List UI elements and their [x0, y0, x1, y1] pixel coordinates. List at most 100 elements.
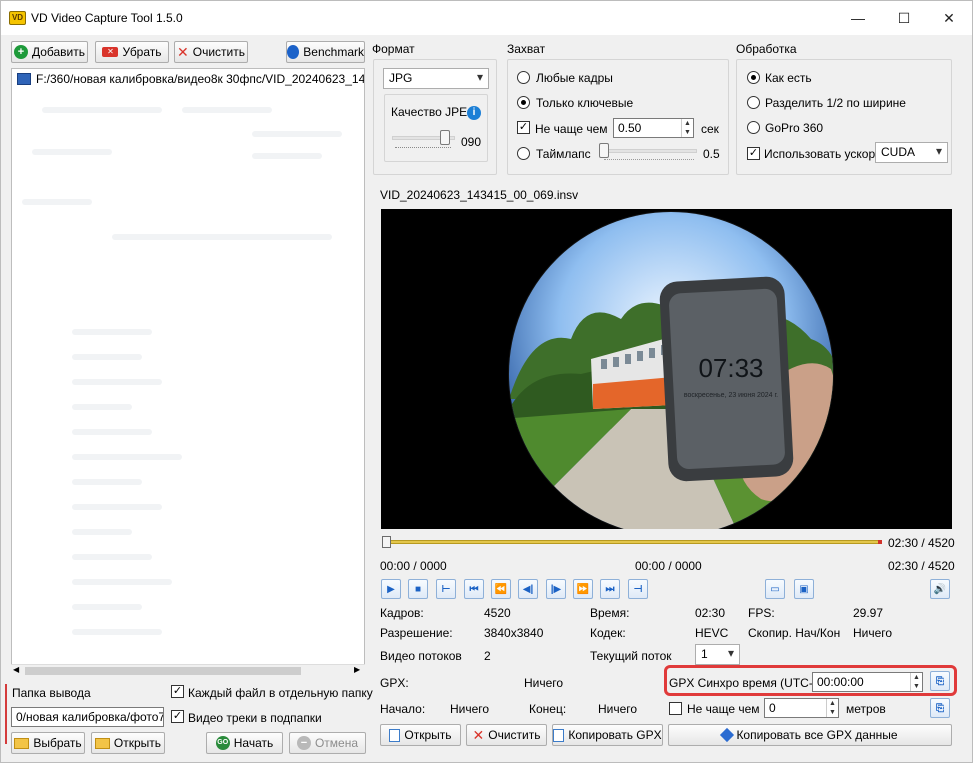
- gpx-sync-apply-icon[interactable]: ⎘: [930, 671, 950, 691]
- video-tracks-subfolders-checkbox[interactable]: ✓: [171, 710, 184, 723]
- spin-arrows-icon[interactable]: ▲ ▼: [910, 673, 922, 691]
- each-file-separate-checkbox[interactable]: ✓: [171, 685, 184, 698]
- copy-all-gpx-button[interactable]: Копировать все GPX данные: [668, 724, 952, 746]
- quality-slider-thumb[interactable]: [439, 130, 450, 145]
- fast-forward-icon[interactable]: ⏩: [573, 579, 593, 599]
- file-list[interactable]: F:/360/новая калибровка/видео8к 30фпс/VI…: [11, 68, 365, 676]
- list-item[interactable]: F:/360/новая калибровка/видео8к 30фпс/VI…: [12, 69, 364, 89]
- open-folder-button[interactable]: Открыть: [91, 732, 165, 754]
- horizontal-scrollbar[interactable]: ◀ ▶: [11, 664, 365, 676]
- key-frames-radio[interactable]: [517, 96, 530, 109]
- seconds-label: сек: [701, 122, 719, 136]
- format-group-label: Формат: [372, 42, 415, 56]
- copy-start-end-label: Скопир. Нач/Кон: [748, 626, 841, 640]
- timelapse-label: Таймлапс: [536, 147, 591, 161]
- as-is-radio[interactable]: [747, 71, 760, 84]
- distance-spinner[interactable]: 0 ▲ ▼: [764, 698, 839, 718]
- clear-button[interactable]: ✕ Очистить: [174, 41, 248, 63]
- folder-icon: [14, 737, 30, 749]
- rewind-icon[interactable]: ⏪: [491, 579, 511, 599]
- minimize-button[interactable]: —: [835, 1, 881, 35]
- timelapse-slider-thumb[interactable]: [599, 143, 609, 158]
- ghost-line: [72, 404, 132, 410]
- go-end-icon[interactable]: ⏭: [600, 579, 620, 599]
- remove-label: Убрать: [122, 45, 162, 59]
- choose-folder-button[interactable]: Выбрать: [11, 732, 85, 754]
- ghost-line: [72, 529, 132, 535]
- output-path-field[interactable]: 0/новая калибровка/фото72: [11, 707, 164, 727]
- as-is-label: Как есть: [765, 71, 812, 85]
- info-icon[interactable]: i: [467, 106, 481, 120]
- choose-label: Выбрать: [33, 736, 82, 750]
- gpx-open-button[interactable]: Открыть: [380, 724, 461, 746]
- save-frame-as-icon[interactable]: ▣: [794, 579, 814, 599]
- open-label: Открыть: [113, 736, 162, 750]
- scroll-left-icon[interactable]: ◀: [13, 665, 19, 674]
- fps-label: FPS:: [748, 606, 775, 620]
- close-button[interactable]: ✕: [926, 1, 972, 35]
- gpx-sync-spinner[interactable]: 00:00:00 ▲ ▼: [812, 672, 923, 692]
- ghost-line: [72, 579, 172, 585]
- step-back-icon[interactable]: ◀|: [518, 579, 538, 599]
- mark-start-icon[interactable]: ⊢: [436, 579, 456, 599]
- key-frames-label: Только ключевые: [536, 96, 634, 110]
- overlay-time: 07:33: [698, 353, 763, 383]
- gpx-sync-label: GPX Синхро время (UTC-0): [669, 676, 824, 690]
- split-half-radio[interactable]: [747, 96, 760, 109]
- format-select[interactable]: JPG: [383, 68, 489, 89]
- video-preview[interactable]: 07:33 воскресенье, 23 июня 2024 г.: [381, 209, 952, 529]
- accel-select[interactable]: CUDA: [875, 142, 948, 163]
- gpx-value: Ничего: [524, 676, 564, 690]
- video-filename: VID_20240623_143415_00_069.insv: [380, 188, 579, 202]
- spin-arrows-icon[interactable]: ▲ ▼: [826, 699, 838, 717]
- timelapse-radio[interactable]: [517, 147, 530, 160]
- frames-value: 4520: [484, 606, 511, 620]
- video-streams-label: Видео потоков: [380, 649, 462, 663]
- distance-apply-icon[interactable]: ⎘: [930, 698, 950, 718]
- scroll-thumb[interactable]: [25, 667, 301, 675]
- gpx-label: GPX:: [380, 676, 409, 690]
- gpx-start-label: Начало:: [380, 702, 426, 716]
- not-more-than-label: Не чаще чем: [535, 122, 608, 136]
- time-label: Время:: [590, 606, 630, 620]
- any-frames-radio[interactable]: [517, 71, 530, 84]
- scroll-right-icon[interactable]: ▶: [354, 665, 360, 674]
- timeline-thumb[interactable]: [382, 536, 391, 548]
- play-icon[interactable]: ▶: [381, 579, 401, 599]
- step-forward-icon[interactable]: |▶: [546, 579, 566, 599]
- volume-icon[interactable]: 🔊: [930, 579, 950, 599]
- current-stream-select[interactable]: 1: [695, 644, 740, 665]
- gpx-clear-button[interactable]: ✕ Очистить: [466, 724, 547, 746]
- gpx-not-more-than-checkbox[interactable]: [669, 702, 682, 715]
- ghost-line: [72, 554, 152, 560]
- gopro-radio[interactable]: [747, 121, 760, 134]
- current-stream-label: Текущий поток: [590, 649, 672, 663]
- add-label: Добавить: [31, 45, 86, 59]
- go-start-icon[interactable]: ⏮: [464, 579, 484, 599]
- save-frame-icon[interactable]: ▭: [765, 579, 785, 599]
- window-title: VD Video Capture Tool 1.5.0: [31, 11, 183, 25]
- copy-gpx-button[interactable]: Копировать GPX: [552, 724, 663, 746]
- quality-ticks: [395, 147, 451, 150]
- spin-arrows-icon[interactable]: ▲ ▼: [681, 119, 693, 137]
- output-marker: [5, 684, 7, 744]
- mark-end-icon[interactable]: ⊣: [628, 579, 648, 599]
- cancel-button[interactable]: − Отмена: [289, 732, 366, 754]
- ghost-line: [32, 149, 112, 155]
- start-button[interactable]: GO Начать: [206, 732, 283, 754]
- fisheye-frame: 07:33 воскресенье, 23 июня 2024 г.: [508, 211, 834, 529]
- maximize-button[interactable]: ☐: [881, 1, 927, 35]
- use-accel-checkbox[interactable]: ✓: [747, 147, 760, 160]
- codec-value: HEVC: [695, 626, 729, 640]
- stop-icon[interactable]: ■: [408, 579, 428, 599]
- not-more-than-checkbox[interactable]: ✓: [517, 121, 530, 134]
- add-button[interactable]: + Добавить: [11, 41, 88, 63]
- benchmark-button[interactable]: Benchmark: [286, 41, 365, 63]
- quality-value: 090: [461, 135, 482, 149]
- timelapse-slider-track[interactable]: [599, 149, 697, 153]
- interval-spinner[interactable]: 0.50 ▲ ▼: [613, 118, 694, 138]
- copy-gpx-label: Копировать GPX: [568, 728, 662, 742]
- timeline-track[interactable]: [385, 540, 882, 544]
- remove-button[interactable]: ✕ Убрать: [95, 41, 169, 63]
- processing-group-label: Обработка: [736, 42, 797, 56]
